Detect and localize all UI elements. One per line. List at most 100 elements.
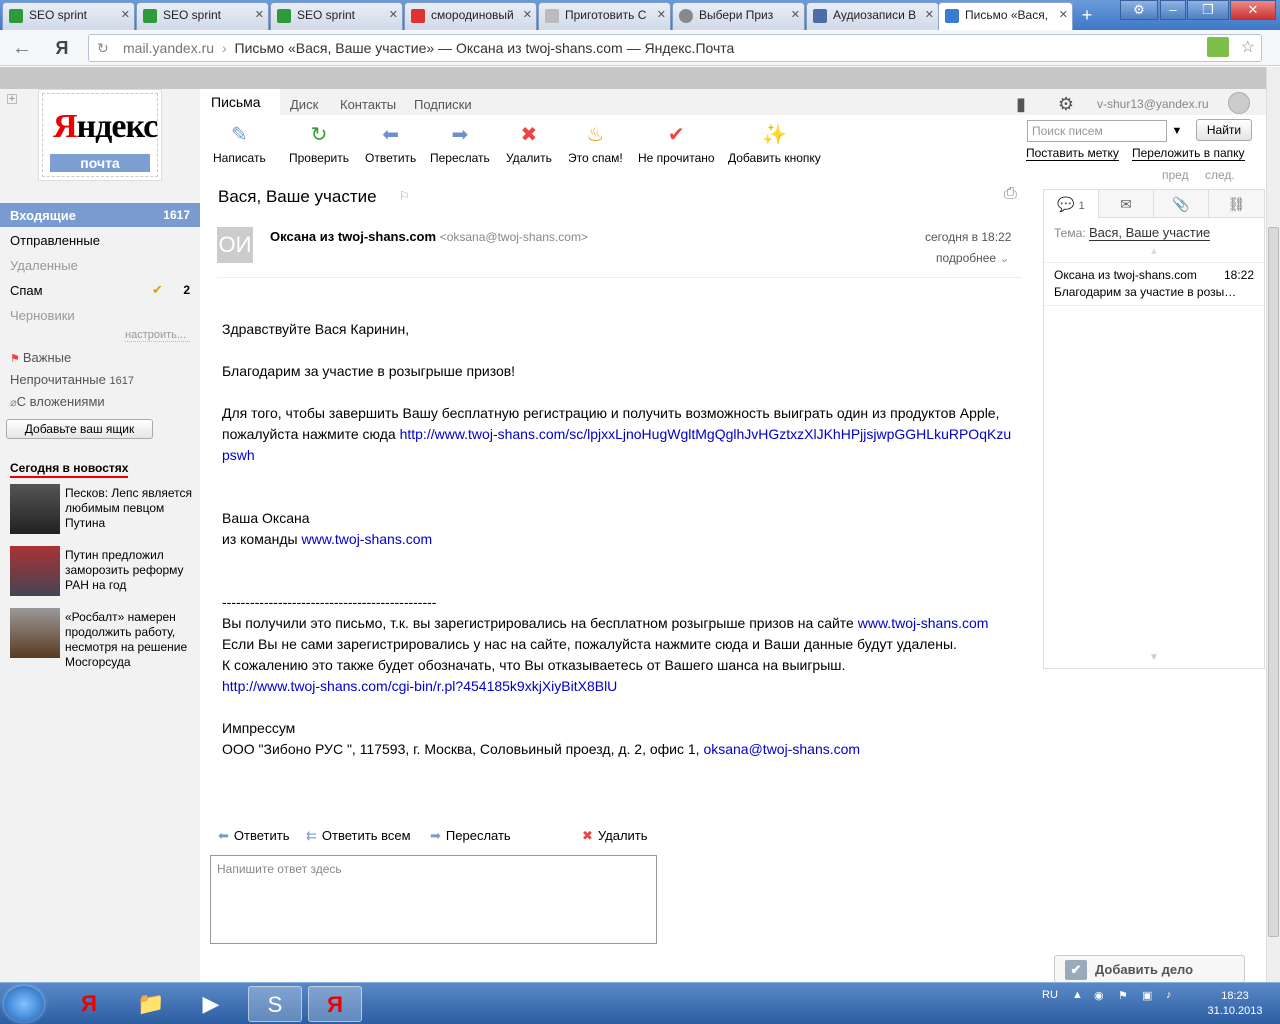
minimize-icon[interactable]: –: [1160, 0, 1186, 20]
search-button[interactable]: Найти: [1196, 119, 1252, 141]
browser-tab[interactable]: смородиновый ✕: [404, 2, 537, 30]
close-icon[interactable]: ✕: [255, 8, 264, 21]
close-icon[interactable]: ✕: [121, 8, 130, 21]
reply-button[interactable]: ⬅ Ответить: [365, 123, 416, 165]
forward-link[interactable]: ➡ Переслать: [430, 828, 511, 844]
sender[interactable]: Оксана из twoj-shans.com <oksana@twoj-sh…: [270, 229, 588, 244]
flag-tray-icon[interactable]: ⚑: [1118, 989, 1128, 1002]
skype-icon[interactable]: S: [248, 986, 302, 1022]
filter-unread[interactable]: Непрочитанные 1617: [0, 367, 200, 391]
forward-button[interactable]: ➡ Переслать: [430, 123, 490, 165]
chevron-down-icon[interactable]: ▼: [1149, 652, 1159, 663]
check-mail-button[interactable]: ↻ Проверить: [289, 123, 349, 165]
start-button[interactable]: [4, 986, 44, 1022]
star-icon[interactable]: ☆: [1241, 37, 1255, 57]
show-hidden-icons[interactable]: ▲: [1072, 989, 1083, 1001]
add-label-link[interactable]: Поставить метку: [1026, 147, 1119, 161]
news-heading[interactable]: Сегодня в новостях: [10, 461, 129, 478]
flag-icon[interactable]: ⚐: [399, 189, 410, 203]
tab-attachments[interactable]: 📎: [1154, 190, 1209, 218]
yandex-button[interactable]: Я: [50, 36, 74, 60]
avatar[interactable]: [1228, 92, 1250, 114]
prev-link[interactable]: пред: [1162, 168, 1189, 182]
close-icon[interactable]: ✕: [791, 8, 800, 21]
network-icon[interactable]: ▣: [1142, 989, 1152, 1002]
folder-spam[interactable]: Спам ✔ 2: [0, 278, 200, 302]
broom-icon[interactable]: ✔: [152, 282, 163, 298]
browser-tab[interactable]: Выбери Приз ✕: [672, 2, 805, 30]
close-icon[interactable]: ✕: [925, 8, 934, 21]
news-text[interactable]: «Росбалт» намерен продолжить работу, нес…: [65, 610, 195, 670]
close-icon[interactable]: ✕: [1059, 8, 1068, 21]
gear-icon[interactable]: ⚙: [1053, 93, 1079, 115]
tab-thread[interactable]: 💬 1: [1044, 190, 1099, 219]
chevron-down-icon[interactable]: ▼: [1168, 120, 1186, 142]
reply-link[interactable]: ⬅ Ответить: [218, 828, 289, 844]
system-clock[interactable]: 18:23 31.10.2013: [1200, 989, 1270, 1019]
browser-tab[interactable]: Аудиозаписи В ✕: [806, 2, 939, 30]
expand-icon[interactable]: +: [7, 94, 17, 105]
close-icon[interactable]: ✕: [523, 8, 532, 21]
compose-button[interactable]: ✎ Написать: [213, 123, 266, 165]
filter-attachments[interactable]: ⌀С вложениями: [0, 389, 200, 413]
reply-textarea[interactable]: Напишите ответ здесь: [210, 855, 657, 944]
browser-tab-active[interactable]: Письмо «Вася, ✕: [938, 2, 1073, 31]
new-tab-icon[interactable]: +: [1074, 4, 1100, 26]
browser-tab[interactable]: SEO sprint ✕: [2, 2, 135, 30]
explorer-folder-icon[interactable]: 📁: [124, 986, 178, 1022]
browser-tab[interactable]: SEO sprint ✕: [136, 2, 269, 30]
folder-deleted[interactable]: Удаленные: [0, 253, 200, 277]
delete-link[interactable]: ✖ Удалить: [582, 828, 648, 844]
tab-disk[interactable]: Диск: [290, 97, 318, 112]
details-toggle[interactable]: подробнее ⌄: [936, 251, 1010, 265]
yandex-browser-active-icon[interactable]: Я: [308, 986, 362, 1022]
mark-unread-button[interactable]: ✔ Не прочитано: [638, 123, 715, 165]
move-to-folder-link[interactable]: Переложить в папку: [1132, 147, 1245, 161]
settings-icon[interactable]: ⚙: [1120, 0, 1158, 20]
lock-icon[interactable]: [1207, 37, 1229, 57]
news-item[interactable]: «Росбалт» намерен продолжить работу, нес…: [10, 608, 195, 669]
tab-contacts[interactable]: Контакты: [340, 97, 396, 112]
spam-button[interactable]: ♨ Это спам!: [568, 123, 623, 165]
news-text[interactable]: Песков: Лепс является любимым певцом Пут…: [65, 486, 195, 531]
tab-links[interactable]: ⛓: [1209, 190, 1264, 218]
unsubscribe-link[interactable]: http://www.twoj-shans.com/cgi-bin/r.pl?4…: [222, 678, 617, 694]
tab-subscriptions[interactable]: Подписки: [414, 97, 472, 112]
close-icon[interactable]: ✕: [657, 8, 666, 21]
scrollbar-thumb[interactable]: [1268, 227, 1279, 937]
user-email[interactable]: v-shur13@yandex.ru: [1097, 97, 1209, 111]
site-link[interactable]: www.twoj-shans.com: [858, 615, 989, 631]
browser-tab[interactable]: Приготовить С ✕: [538, 2, 671, 30]
news-text[interactable]: Путин предложил заморозить реформу РАН н…: [65, 548, 195, 593]
news-item[interactable]: Песков: Лепс является любимым певцом Пут…: [10, 484, 195, 536]
chevron-up-icon[interactable]: ▲: [1149, 246, 1159, 257]
volume-icon[interactable]: ♪: [1166, 989, 1172, 1001]
folder-inbox[interactable]: Входящие 1617: [0, 203, 200, 227]
theme-icon[interactable]: ▮: [1008, 93, 1034, 115]
news-item[interactable]: Путин предложил заморозить реформу РАН н…: [10, 546, 195, 598]
page-scrollbar[interactable]: [1266, 67, 1280, 982]
maximize-icon[interactable]: ❐: [1187, 0, 1229, 20]
add-button-button[interactable]: ✨ Добавить кнопку: [728, 123, 821, 165]
reload-icon[interactable]: ↻: [97, 40, 109, 57]
add-task-button[interactable]: ✔ Добавить дело: [1054, 955, 1245, 982]
add-mailbox-button[interactable]: Добавьте ваш ящик: [6, 419, 153, 439]
configure-folders-link[interactable]: настроить...: [125, 329, 186, 341]
site-link[interactable]: www.twoj-shans.com: [301, 531, 432, 547]
browser-tab[interactable]: SEO sprint ✕: [270, 2, 403, 30]
yandex-tray-icon[interactable]: ◉: [1094, 989, 1104, 1002]
folder-drafts[interactable]: Черновики: [0, 303, 200, 327]
url-field[interactable]: ↻ mail.yandex.ru › Письмо «Вася, Ваше уч…: [88, 34, 1262, 62]
search-input[interactable]: Поиск писем: [1027, 120, 1167, 142]
tab-letters[interactable]: Письма: [200, 89, 280, 117]
thread-topic-link[interactable]: Вася, Ваше участие: [1088, 225, 1211, 241]
media-player-icon[interactable]: ▶: [184, 986, 238, 1022]
filter-important[interactable]: ⚑ Важные: [0, 345, 200, 369]
delete-button[interactable]: ✖ Удалить: [506, 123, 552, 165]
next-link[interactable]: след.: [1205, 168, 1235, 182]
yandex-browser-icon[interactable]: Я: [62, 986, 116, 1022]
language-indicator[interactable]: RU: [1042, 989, 1058, 1001]
close-icon[interactable]: ✕: [389, 8, 398, 21]
print-icon[interactable]: ⎙: [1004, 185, 1017, 203]
tab-envelope[interactable]: ✉: [1099, 190, 1154, 218]
